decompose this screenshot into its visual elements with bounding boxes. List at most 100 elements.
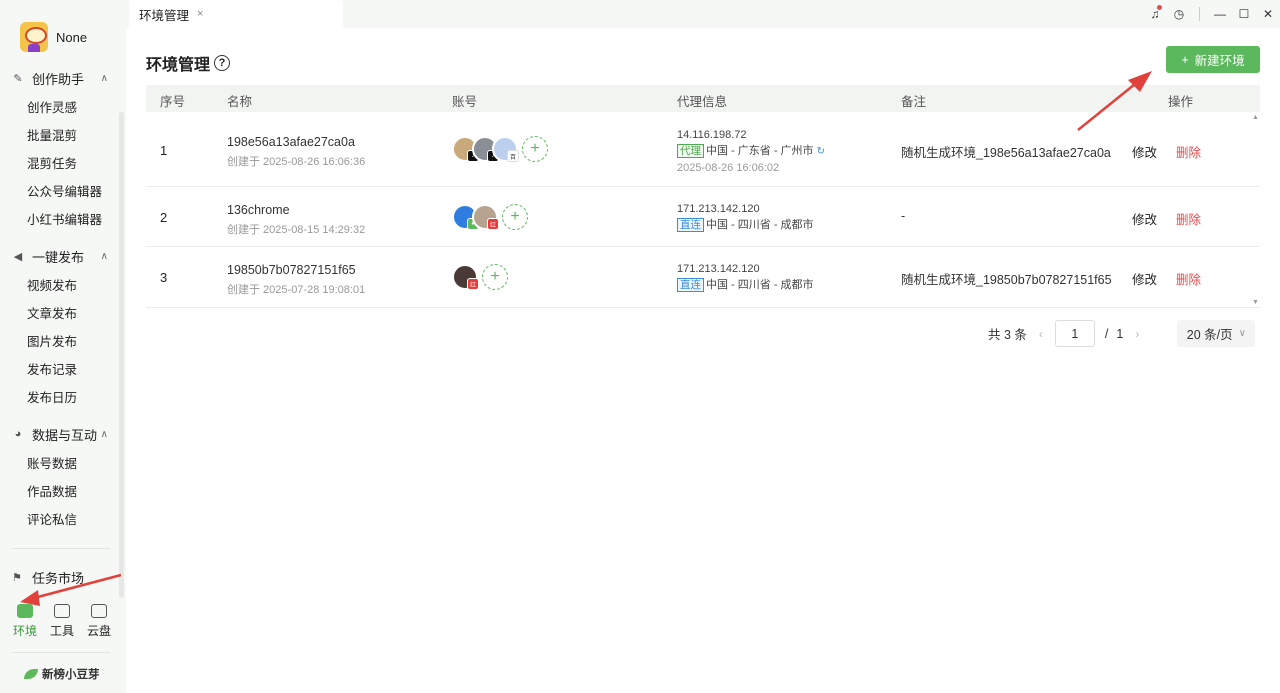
clock-icon[interactable]: ◷ [1167,0,1191,28]
maximize-icon[interactable]: ☐ [1232,0,1256,28]
proxy-time: 2025-08-26 16:06:02 [677,162,780,174]
title-bar: 环境管理 × ♫ ◷ — ☐ ✕ [126,0,1280,28]
prev-page-icon[interactable]: ‹ [1039,327,1043,341]
help-icon[interactable]: ? [214,55,231,71]
divider [12,652,110,653]
new-environment-button[interactable]: + 新建环境 [1166,46,1260,73]
close-icon[interactable]: × [197,8,203,20]
page-number-input[interactable]: 1 [1054,320,1095,347]
chevron-up-icon: ∧ [100,250,108,262]
sidebar-item-works-data[interactable]: 作品数据 [0,476,118,504]
delete-button[interactable]: 删除 [1176,209,1201,228]
nav-section-publish[interactable]: ◀ 一键发布 ∧ [0,242,118,270]
created-time: 创建于 2025-07-28 19:08:01 [227,284,366,296]
table-row: 2 136chrome 创建于 2025-08-15 14:29:32 ● 红 … [146,187,1260,247]
xiaohongshu-icon: 红 [467,278,479,290]
add-account-button[interactable]: + [502,204,528,230]
sprout-icon [24,669,38,679]
sidebar-item-comments[interactable]: 评论私信 [0,504,118,532]
tab-cloud-drive[interactable]: 云盘 [82,604,116,639]
sidebar-item-video-publish[interactable]: 视频发布 [0,270,118,298]
account-list: 红 + [452,264,508,290]
brand-logo: 新榜小豆芽 [24,666,100,682]
xiaohongshu-icon: 红 [487,218,499,230]
account-avatar[interactable]: 红 [452,264,479,290]
table-scrollbar[interactable]: ▲ ▼ [1250,112,1260,308]
env-name[interactable]: 198e56a13afae27ca0a [227,135,365,149]
chevron-up-icon: ∧ [100,428,108,440]
column-header-name: 名称 [227,95,253,109]
monitor-icon [17,604,33,618]
scroll-up-icon[interactable]: ▲ [1252,114,1259,121]
tab-environment-management[interactable]: 环境管理 × [129,0,343,28]
page-size-select[interactable]: 20 条/页 ∨ [1177,320,1256,347]
sidebar-item-xhs-editor[interactable]: 小红书编辑器 [0,204,118,232]
close-window-icon[interactable]: ✕ [1256,0,1280,28]
add-account-button[interactable]: + [522,136,548,162]
account-list: ♪ ♪ 百 + [452,136,548,162]
edit-button[interactable]: 修改 [1132,142,1157,161]
edit-button[interactable]: 修改 [1132,209,1157,228]
proxy-info: 171.213.142.120 直连 中国 - 四川省 - 成都市 [677,261,814,293]
env-name-cell: 19850b7b07827151f65 创建于 2025-07-28 19:08… [227,263,365,297]
sidebar-item-mix-tasks[interactable]: 混剪任务 [0,148,118,176]
pie-chart-icon: ◕ [14,428,22,440]
table-row: 1 198e56a13afae27ca0a 创建于 2025-08-26 16:… [146,112,1260,187]
account-avatar[interactable]: 红 [472,204,499,230]
delete-button[interactable]: 删除 [1176,269,1201,288]
scroll-down-icon[interactable]: ▼ [1252,299,1259,306]
delete-button[interactable]: 删除 [1176,142,1201,161]
divider [12,548,110,549]
account-avatar[interactable]: 百 [492,136,519,162]
edit-button[interactable]: 修改 [1132,269,1157,288]
column-header-proxy: 代理信息 [677,95,728,109]
nav-section-creation[interactable]: ✎ 创作助手 ∧ [0,64,118,92]
folder-icon [91,604,107,618]
add-account-button[interactable]: + [482,264,508,290]
next-page-icon[interactable]: › [1135,327,1139,341]
minimize-icon[interactable]: — [1208,0,1232,28]
page-separator: / [1104,326,1109,341]
bell-icon[interactable]: ♫ [1143,0,1167,28]
proxy-info: 14.116.198.72 代理 中国 - 广东省 - 广州市 ↻ 2025-08… [677,127,825,176]
tab-environment[interactable]: 环境 [8,604,42,639]
sidebar-item-publish-records[interactable]: 发布记录 [0,354,118,382]
main-content: 环境管理 ? + 新建环境 序号 名称 账号 代理信息 备注 操作 1 198e… [126,28,1280,693]
proxy-type-badge: 直连 [677,278,704,292]
user-profile[interactable]: None [20,22,87,52]
environment-table: 序号 名称 账号 代理信息 备注 操作 1 198e56a13afae27ca0… [146,85,1260,308]
sidebar-item-account-data[interactable]: 账号数据 [0,448,118,476]
chevron-up-icon: ∧ [100,72,108,84]
sidebar-scrollbar[interactable] [119,112,124,598]
row-index: 3 [160,270,168,285]
sidebar-item-wechat-editor[interactable]: 公众号编辑器 [0,176,118,204]
sidebar-item-article-publish[interactable]: 文章发布 [0,298,118,326]
sidebar-item-batch-mix[interactable]: 批量混剪 [0,120,118,148]
proxy-ip: 171.213.142.120 [677,203,760,215]
refresh-icon[interactable]: ↻ [817,146,825,157]
sidebar-item-task-market[interactable]: ⚑ 任务市场 [12,568,84,587]
nav-section-data[interactable]: ◕ 数据与互动 ∧ [0,420,118,448]
account-list: ● 红 + [452,204,528,230]
column-header-actions: 操作 [1168,95,1194,109]
pen-icon: ✎ [13,72,23,85]
sidebar-item-image-publish[interactable]: 图片发布 [0,326,118,354]
env-name-cell: 198e56a13afae27ca0a 创建于 2025-08-26 16:06… [227,135,365,169]
baijiahao-icon: 百 [507,150,519,162]
sidebar: None ✎ 创作助手 ∧ 创作灵感 批量混剪 混剪任务 公众号编辑器 小红书编… [0,0,126,693]
page-title: 环境管理 ? [146,51,231,75]
tab-tools[interactable]: 工具 [45,604,79,639]
sidebar-item-inspiration[interactable]: 创作灵感 [0,92,118,120]
sidebar-item-publish-calendar[interactable]: 发布日历 [0,382,118,410]
env-name[interactable]: 19850b7b07827151f65 [227,263,365,277]
proxy-ip: 171.213.142.120 [677,263,760,275]
column-header-note: 备注 [901,95,927,109]
env-name-cell: 136chrome 创建于 2025-08-15 14:29:32 [227,203,365,237]
toolbox-icon [54,604,70,618]
user-name: None [56,29,88,45]
env-name[interactable]: 136chrome [227,203,365,217]
env-note: 随机生成环境_198e56a13afae27ca0a [901,146,1111,160]
proxy-location: 中国 - 广东省 - 广州市 [706,145,814,157]
chevron-down-icon: ∨ [1238,328,1246,339]
proxy-info: 171.213.142.120 直连 中国 - 四川省 - 成都市 [677,201,814,233]
